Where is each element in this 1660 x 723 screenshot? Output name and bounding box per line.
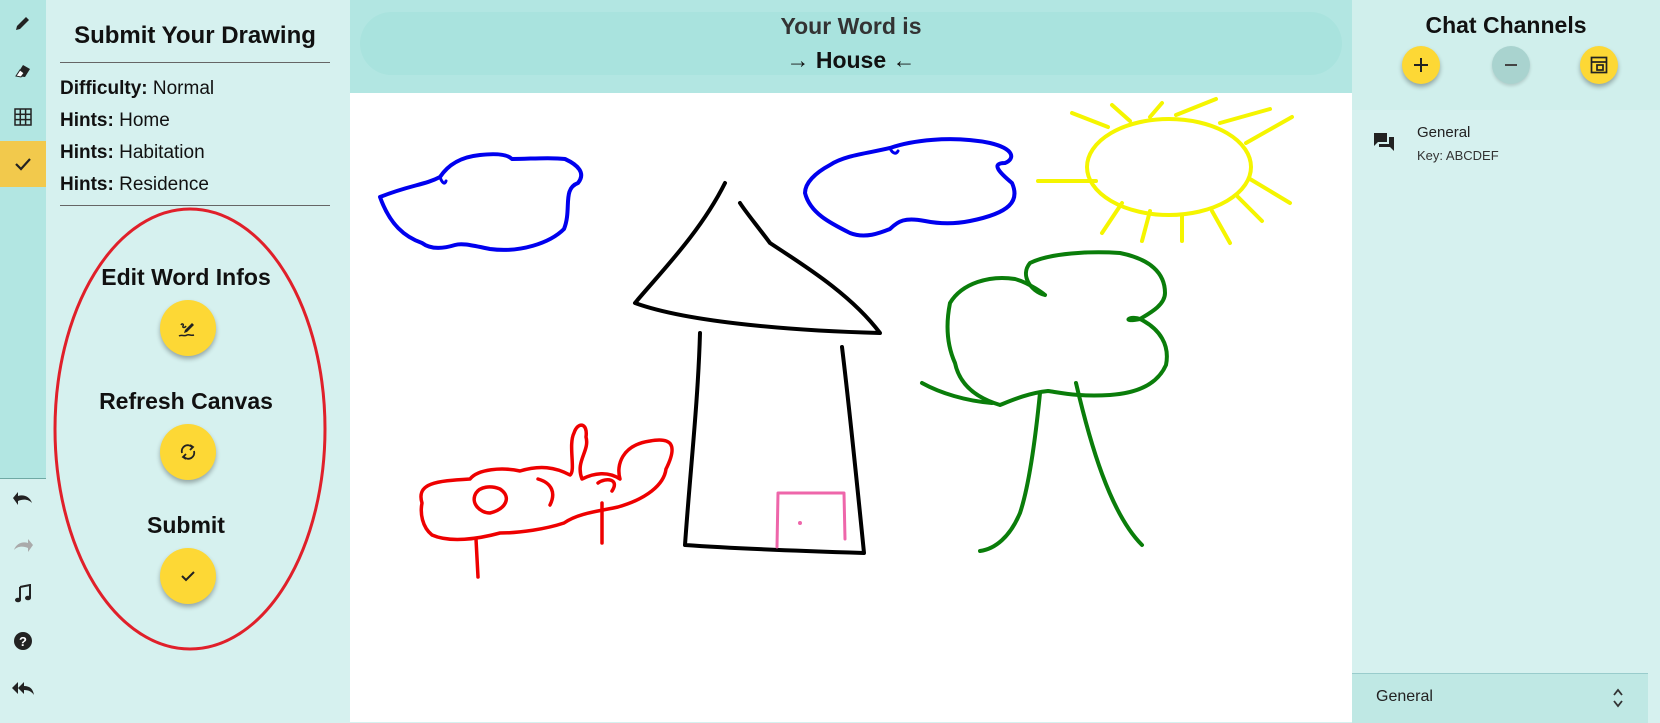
channel-name: General — [1417, 124, 1471, 141]
eraser-tool[interactable] — [0, 47, 46, 93]
submit-button[interactable] — [160, 548, 216, 604]
help-button[interactable]: ? — [0, 618, 46, 664]
undo-icon — [13, 492, 32, 505]
hint-row: Hints: Residence — [60, 174, 209, 196]
channel-select[interactable]: General — [1352, 673, 1648, 723]
refresh-canvas-label: Refresh Canvas — [99, 388, 273, 414]
pencil-icon — [16, 17, 29, 30]
word-value: → House ← — [786, 47, 916, 73]
difficulty-row: Difficulty: Normal — [60, 78, 214, 100]
tree-stroke — [945, 250, 1169, 407]
reply-all-button[interactable] — [0, 665, 46, 711]
house-body — [683, 331, 866, 555]
edit-word-label: Edit Word Infos — [101, 264, 271, 290]
svg-text:?: ? — [19, 634, 27, 649]
hint-label: Hints: — [60, 174, 114, 195]
channel-select-value: General — [1376, 688, 1433, 705]
hint-value: Habitation — [119, 142, 205, 163]
help-icon: ? — [14, 632, 32, 650]
drawing-canvas[interactable] — [350, 93, 1352, 722]
cloud-stroke — [438, 175, 448, 185]
submit-label: Submit — [147, 512, 225, 538]
channel-key: Key: ABCDEF — [1417, 148, 1499, 163]
house-roof — [633, 181, 882, 335]
plus-icon — [1414, 58, 1428, 72]
minus-icon — [1505, 64, 1517, 66]
divider — [60, 62, 330, 63]
layout-button[interactable] — [1580, 46, 1618, 84]
grid-tool[interactable] — [0, 94, 46, 140]
hint-value: Home — [119, 110, 170, 131]
tree-stroke — [920, 381, 1144, 553]
edit-pen-icon — [178, 323, 195, 337]
undo-button[interactable] — [0, 477, 46, 523]
channel-item[interactable]: General Key: ABCDEF — [1352, 115, 1660, 175]
unfold-icon — [1613, 688, 1623, 708]
tool-rail: ? — [0, 0, 46, 722]
divider — [60, 205, 330, 206]
hint-value: Residence — [119, 174, 209, 195]
difficulty-label: Difficulty: — [60, 78, 148, 99]
door-knob — [798, 521, 802, 525]
music-button[interactable] — [0, 571, 46, 617]
layout-icon — [1590, 56, 1608, 74]
cloud-stroke — [803, 137, 1017, 238]
house-door — [775, 491, 847, 549]
reply-all-icon — [12, 682, 34, 695]
difficulty-value: Normal — [152, 78, 215, 99]
word-banner: Your Word is → House ← — [360, 12, 1342, 75]
check-icon — [181, 571, 195, 582]
cloud-stroke — [378, 152, 584, 252]
hint-row: Hints: Home — [60, 110, 170, 132]
chat-title: Chat Channels — [1425, 12, 1587, 38]
refresh-canvas-button[interactable] — [160, 424, 216, 480]
add-channel-button[interactable] — [1402, 46, 1440, 84]
word-intro: Your Word is — [780, 13, 922, 39]
chat-panel: Chat Channels General Key: ABCDEF Genera… — [1352, 0, 1660, 723]
forum-icon — [1374, 133, 1394, 151]
panel-title: Submit Your Drawing — [74, 22, 316, 49]
rail-lower: ? — [0, 479, 46, 722]
edit-word-button[interactable] — [160, 300, 216, 356]
redo-icon — [14, 539, 33, 552]
submit-panel: Submit Your Drawing Difficulty: Normal H… — [46, 0, 350, 722]
pencil-tool[interactable] — [0, 0, 46, 46]
eraser-icon — [15, 65, 30, 78]
hint-label: Hints: — [60, 142, 114, 163]
grid-icon — [14, 108, 32, 126]
music-note-icon — [15, 584, 31, 603]
remove-channel-button[interactable] — [1492, 46, 1530, 84]
redo-button[interactable] — [0, 524, 46, 570]
submit-tool[interactable] — [0, 141, 46, 187]
hint-label: Hints: — [60, 110, 114, 131]
check-icon — [15, 158, 31, 171]
refresh-icon — [180, 444, 196, 460]
sun-stroke — [1085, 117, 1253, 217]
hint-row: Hints: Habitation — [60, 142, 205, 164]
